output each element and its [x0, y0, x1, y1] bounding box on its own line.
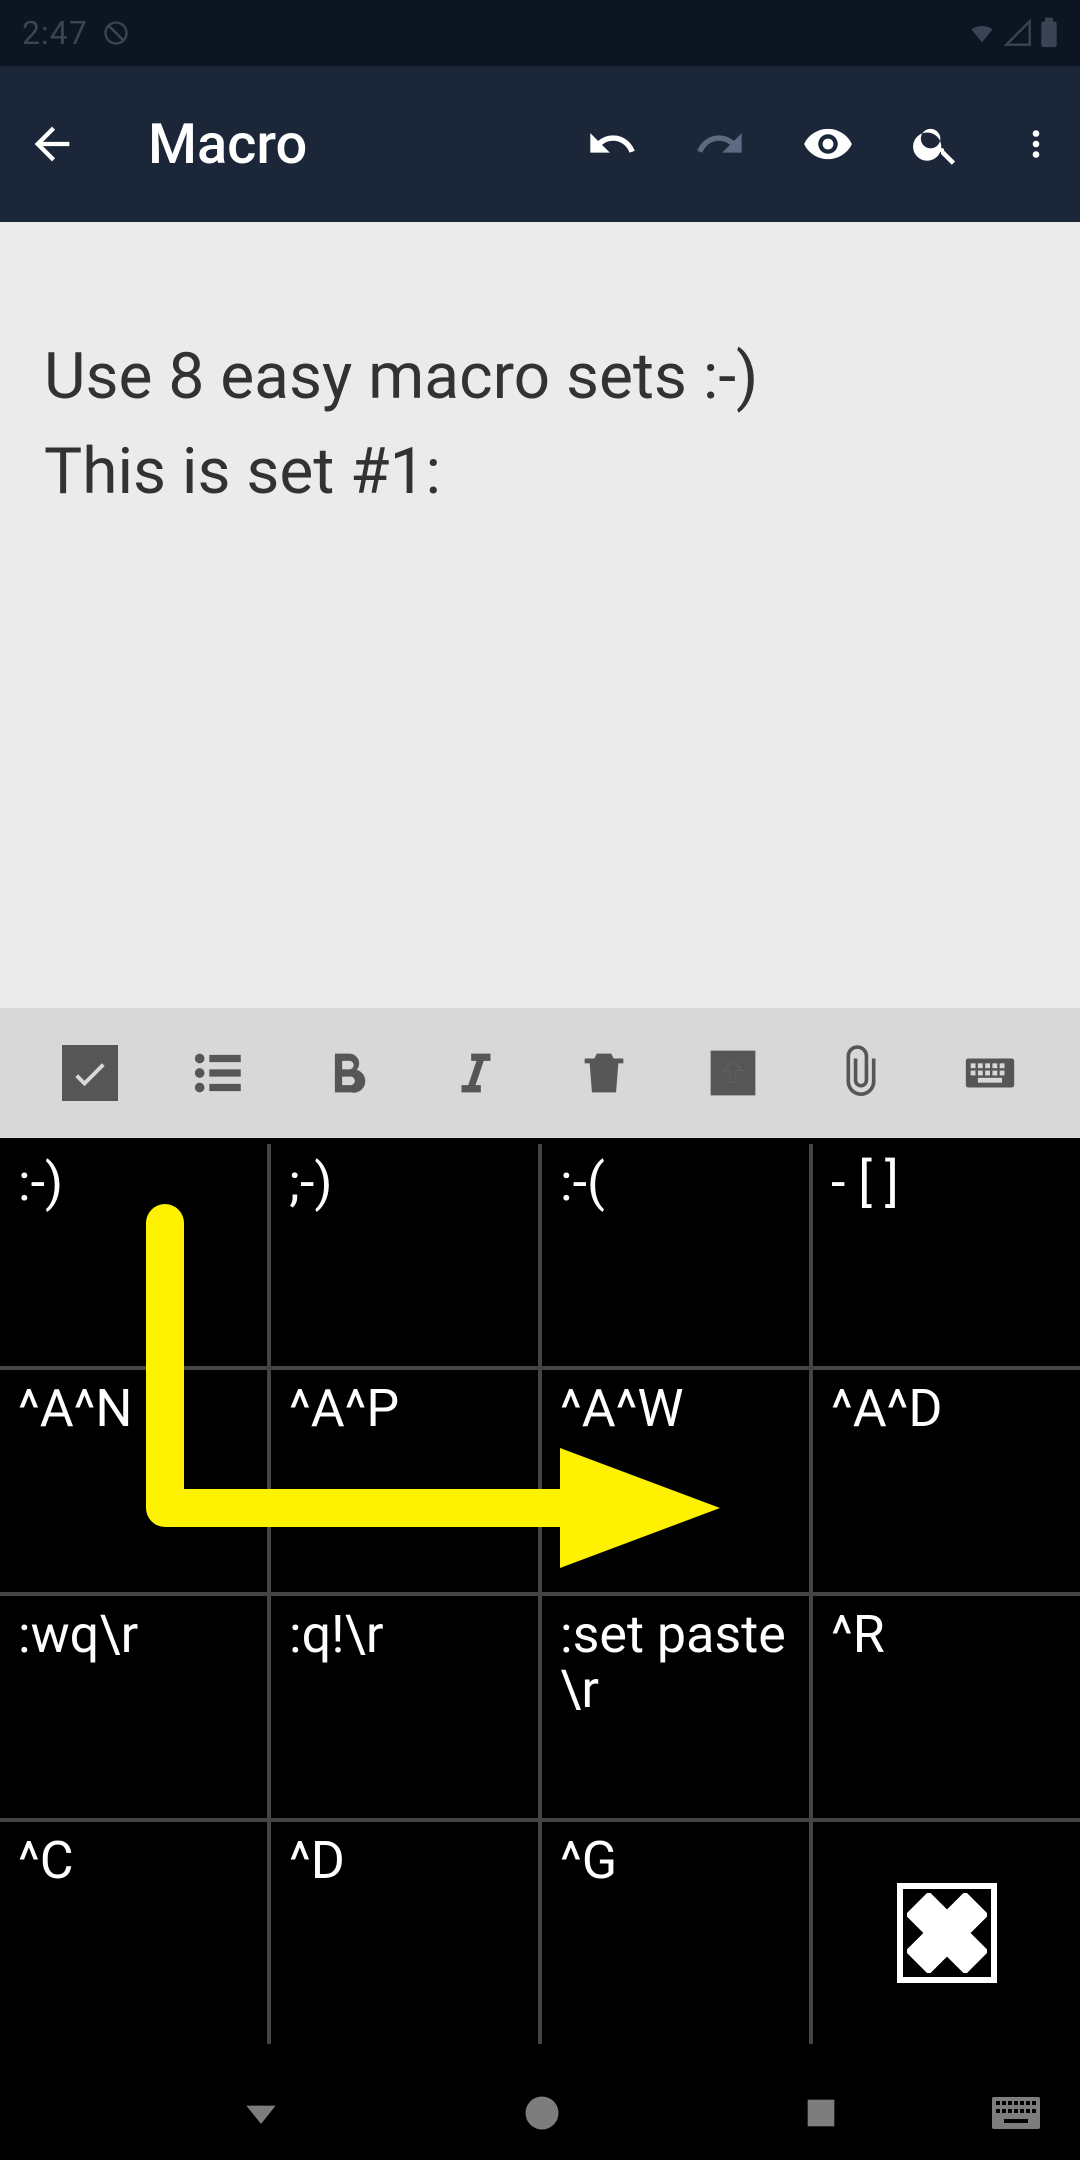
square-icon — [801, 2093, 841, 2133]
status-bar: 2:47 — [0, 0, 1080, 66]
back-button[interactable] — [26, 118, 98, 170]
status-time: 2:47 — [22, 14, 88, 52]
app-bar: Macro — [0, 66, 1080, 222]
macro-key[interactable]: :set paste\r — [542, 1596, 809, 1818]
macro-key[interactable]: ^A^D — [813, 1370, 1080, 1592]
macro-key[interactable]: :wq\r — [0, 1596, 267, 1818]
macro-key[interactable]: ^C — [0, 1822, 267, 2044]
macro-key[interactable]: :-( — [542, 1144, 809, 1366]
macro-key[interactable]: ;-) — [271, 1144, 538, 1366]
list-icon — [190, 1044, 248, 1102]
macro-key[interactable]: ^G — [542, 1822, 809, 2044]
overflow-button[interactable] — [1018, 118, 1054, 170]
system-nav-bar — [0, 2070, 1080, 2160]
signal-icon — [1004, 19, 1032, 47]
nav-recent-button[interactable] — [801, 2093, 841, 2137]
circle-icon — [520, 2091, 564, 2135]
checkbox-checked-icon — [62, 1045, 118, 1101]
redo-icon — [694, 118, 746, 170]
wifi-icon — [968, 19, 996, 47]
macro-key[interactable]: ^A^P — [271, 1370, 538, 1592]
editor-area[interactable]: Use 8 easy macro sets :-) This is set #1… — [0, 222, 1080, 1008]
triangle-down-icon — [239, 2091, 283, 2135]
more-vert-icon — [1018, 118, 1054, 170]
undo-button[interactable] — [586, 118, 638, 170]
macro-key[interactable]: :q!\r — [271, 1596, 538, 1818]
macro-key[interactable]: ^D — [271, 1822, 538, 2044]
nav-back-button[interactable] — [239, 2091, 283, 2139]
editor-text: Use 8 easy macro sets :-) This is set #1… — [44, 330, 1036, 519]
italic-button[interactable] — [412, 1044, 541, 1102]
keyboard-small-icon — [992, 2096, 1040, 2130]
close-box-icon — [897, 1883, 997, 1983]
search-icon — [910, 118, 962, 170]
bold-button[interactable] — [283, 1044, 412, 1102]
italic-icon — [447, 1044, 505, 1102]
preview-button[interactable] — [802, 118, 854, 170]
format-toolbar — [0, 1008, 1080, 1138]
undo-icon — [586, 118, 638, 170]
keyboard-button[interactable] — [926, 1044, 1055, 1102]
arrow-left-icon — [26, 118, 78, 170]
trash-icon — [575, 1044, 633, 1102]
checkbox-button[interactable] — [26, 1045, 155, 1101]
eye-icon — [802, 118, 854, 170]
nav-ime-button[interactable] — [992, 2096, 1040, 2134]
macro-key[interactable]: - [ ] — [813, 1144, 1080, 1366]
battery-icon — [1040, 17, 1058, 49]
macro-close-key[interactable] — [813, 1822, 1080, 2044]
attach-button[interactable] — [797, 1044, 926, 1102]
bold-icon — [318, 1044, 376, 1102]
page-title: Macro — [148, 111, 307, 177]
macro-key[interactable]: ^A^N — [0, 1370, 267, 1592]
macro-key[interactable]: :-) — [0, 1144, 267, 1366]
list-button[interactable] — [155, 1044, 284, 1102]
delete-button[interactable] — [540, 1044, 669, 1102]
dnd-icon — [102, 19, 130, 47]
macro-key[interactable]: ^A^W — [542, 1370, 809, 1592]
search-button[interactable] — [910, 118, 962, 170]
nav-home-button[interactable] — [520, 2091, 564, 2139]
export-button[interactable] — [669, 1044, 798, 1102]
macro-key[interactable]: ^R — [813, 1596, 1080, 1818]
keyboard-icon — [961, 1044, 1019, 1102]
redo-button — [694, 118, 746, 170]
export-icon — [704, 1044, 762, 1102]
macro-keyboard: :-) ;-) :-( - [ ] ^A^N ^A^P ^A^W ^A^D :w… — [0, 1138, 1080, 2044]
paperclip-icon — [832, 1044, 890, 1102]
